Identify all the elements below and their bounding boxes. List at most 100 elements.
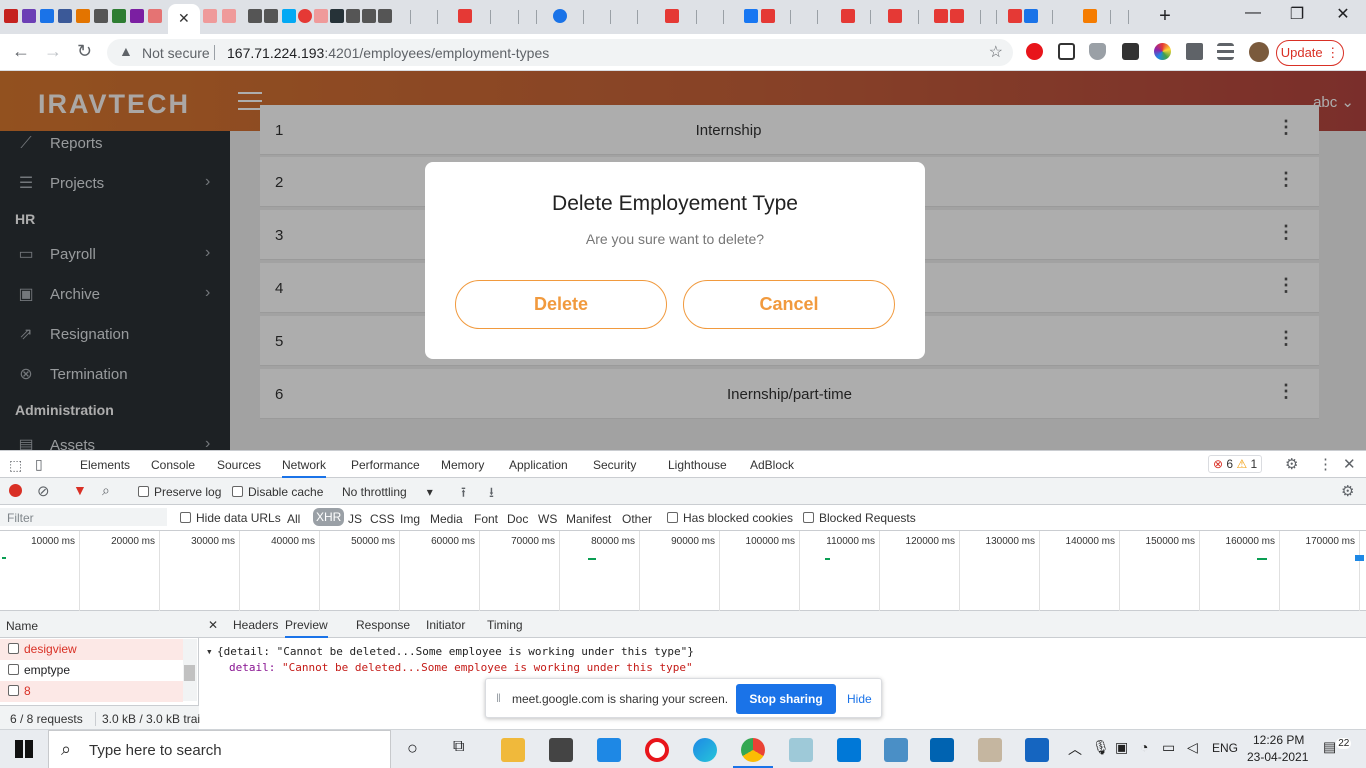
task-view-icon[interactable]: ⧉: [453, 738, 464, 756]
type-js[interactable]: JS: [348, 512, 362, 526]
type-other[interactable]: Other: [622, 512, 652, 526]
tab-icon[interactable]: [130, 9, 144, 23]
github-tab-icon[interactable]: [264, 9, 278, 23]
facebook-tab-icon[interactable]: [744, 9, 758, 23]
url-text[interactable]: 167.71.224.193:4201/employees/employment…: [227, 45, 549, 61]
clock-time[interactable]: 12:26 PM: [1253, 733, 1304, 747]
hide-data-urls-checkbox[interactable]: Hide data URLs: [180, 511, 281, 525]
record-icon[interactable]: [9, 484, 22, 497]
type-ws[interactable]: WS: [538, 512, 557, 526]
opera-extension-icon[interactable]: [1026, 43, 1043, 60]
close-tab-icon[interactable]: ✕: [178, 10, 190, 27]
youtube-tab-icon[interactable]: [458, 9, 472, 23]
back-icon[interactable]: ←: [12, 41, 30, 62]
youtube-tab-icon[interactable]: [1008, 9, 1022, 23]
network-timeline[interactable]: 10000 ms 20000 ms 30000 ms 40000 ms 5000…: [0, 531, 1366, 611]
youtube-tab-icon[interactable]: [761, 9, 775, 23]
address-bar[interactable]: ▲ Not secure 167.71.224.193:4201/employe…: [107, 39, 1013, 66]
close-window-button[interactable]: ✕: [1320, 4, 1366, 24]
cancel-button[interactable]: Cancel: [683, 280, 895, 329]
tab-icon[interactable]: [148, 9, 162, 23]
mail-icon[interactable]: [597, 738, 621, 762]
type-xhr[interactable]: XHR: [313, 508, 345, 526]
tab-adblock[interactable]: AdBlock: [750, 458, 794, 472]
settings-gear-icon[interactable]: ⚙: [1285, 455, 1298, 473]
opera-icon[interactable]: [645, 738, 669, 762]
tab-headers[interactable]: Headers: [233, 618, 278, 632]
minimize-button[interactable]: —: [1230, 4, 1276, 22]
type-font[interactable]: Font: [474, 512, 498, 526]
network-settings-icon[interactable]: ⚙: [1341, 482, 1354, 500]
tab-icon[interactable]: [222, 9, 236, 23]
type-img[interactable]: Img: [400, 512, 420, 526]
taskbar-search[interactable]: ⌕ Type here to search: [48, 730, 391, 768]
youtube-tab-icon[interactable]: [950, 9, 964, 23]
github-tab-icon[interactable]: [248, 9, 262, 23]
language-indicator[interactable]: ENG: [1212, 741, 1238, 755]
reading-list-icon[interactable]: [1217, 43, 1234, 60]
notifications-icon[interactable]: ▤ 22: [1323, 738, 1352, 756]
reload-icon[interactable]: ↻: [77, 41, 92, 62]
extensions-puzzle-icon[interactable]: [1186, 43, 1203, 60]
type-css[interactable]: CSS: [370, 512, 395, 526]
request-list-scrollbar[interactable]: [183, 639, 197, 701]
app-icon[interactable]: [789, 738, 813, 762]
windows-start-icon[interactable]: [15, 740, 33, 758]
gmail-tab-icon[interactable]: [4, 9, 18, 23]
profile-avatar[interactable]: [1249, 42, 1269, 62]
wifi-icon[interactable]: ◔: [1140, 739, 1148, 755]
warning-icon[interactable]: ▲: [119, 43, 133, 59]
vscode-icon[interactable]: [837, 738, 861, 762]
tab-icon[interactable]: [203, 9, 217, 23]
microphone-icon[interactable]: 🎙: [1092, 739, 1110, 756]
tab-console[interactable]: Console: [151, 458, 195, 472]
github-tab-icon[interactable]: [378, 9, 392, 23]
drag-handle-icon[interactable]: ‖: [496, 691, 501, 705]
tab-icon[interactable]: [22, 9, 36, 23]
request-row-emptype[interactable]: emptype: [0, 660, 183, 681]
tab-icon[interactable]: [76, 9, 90, 23]
security-label[interactable]: Not secure: [142, 45, 210, 61]
restore-button[interactable]: ❐: [1274, 4, 1320, 24]
photos-icon[interactable]: [1025, 738, 1049, 762]
tab-sources[interactable]: Sources: [217, 458, 261, 472]
scrollbar-thumb[interactable]: [184, 665, 195, 681]
color-picker-extension-icon[interactable]: [1154, 43, 1171, 60]
paint-icon[interactable]: [978, 738, 1002, 762]
tab-preview[interactable]: Preview: [285, 618, 328, 638]
tab-elements[interactable]: Elements: [80, 458, 130, 472]
tab-response[interactable]: Response: [356, 618, 410, 632]
app-icon[interactable]: [884, 738, 908, 762]
shield-extension-icon[interactable]: [1089, 43, 1106, 60]
issues-counter[interactable]: ⊗ 6 ⚠ 1: [1208, 455, 1263, 473]
active-tab[interactable]: ✕: [168, 4, 200, 34]
tab-icon[interactable]: [112, 9, 126, 23]
preview-expand-icon[interactable]: ▾: [206, 645, 213, 658]
update-button[interactable]: Update ⋮: [1276, 40, 1344, 66]
tab-memory[interactable]: Memory: [441, 458, 484, 472]
tab-icon[interactable]: [314, 9, 328, 23]
device-toolbar-icon[interactable]: ▯: [35, 456, 43, 473]
request-row-8[interactable]: 8: [0, 681, 183, 702]
chevron-up-icon[interactable]: ︿: [1068, 739, 1082, 759]
volume-icon[interactable]: ◁: [1187, 739, 1198, 756]
tab-performance[interactable]: Performance: [351, 458, 420, 472]
battery-icon[interactable]: ▭: [1162, 739, 1175, 756]
file-explorer-icon[interactable]: [501, 738, 525, 762]
blocked-requests-checkbox[interactable]: Blocked Requests: [803, 511, 916, 525]
tab-icon[interactable]: [1083, 9, 1097, 23]
forward-icon[interactable]: →: [44, 41, 62, 62]
cortana-icon[interactable]: ○: [407, 738, 418, 759]
request-row-desigview[interactable]: desigview: [0, 639, 183, 660]
github-tab-icon[interactable]: [94, 9, 108, 23]
export-har-icon[interactable]: ⭳: [489, 482, 494, 506]
tab-network[interactable]: Network: [282, 458, 327, 478]
search-icon[interactable]: ⌕: [102, 482, 110, 499]
github-tab-icon[interactable]: [346, 9, 360, 23]
tab-icon[interactable]: [298, 9, 312, 23]
tab-icon[interactable]: [553, 9, 567, 23]
edge-icon[interactable]: [693, 738, 717, 762]
name-column-header[interactable]: Name: [0, 611, 199, 638]
close-devtools-icon[interactable]: ✕: [1343, 455, 1356, 473]
has-blocked-cookies-checkbox[interactable]: Has blocked cookies: [667, 511, 793, 525]
